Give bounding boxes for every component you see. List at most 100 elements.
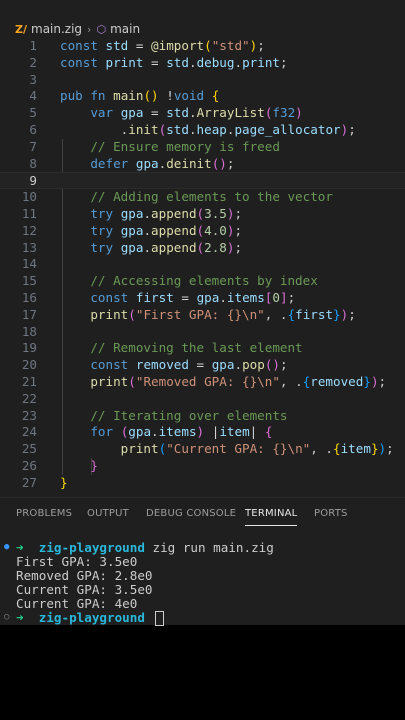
code-line[interactable]: 21 print("Removed GPA: {}\n", .{removed}…	[0, 374, 405, 391]
tab-ports[interactable]: PORTS	[314, 508, 348, 519]
line-text: print("First GPA: {}\n", .{first});	[90, 306, 356, 322]
line-number: 6	[29, 121, 37, 137]
code-line[interactable]: 7 // Ensure memory is freed	[0, 139, 405, 156]
line-text: // Iterating over elements	[90, 407, 288, 423]
terminal-output-line: Current GPA: 4e0	[16, 596, 138, 611]
code-line[interactable]: 6 .init(std.heap.page_allocator);	[0, 122, 405, 139]
line-text: print("Removed GPA: {}\n", .{removed});	[90, 373, 387, 389]
line-text: // Removing the last element	[90, 340, 303, 356]
prompt-directory: zig-playground	[38, 540, 145, 555]
line-text: defer gpa.deinit();	[90, 155, 235, 171]
code-line[interactable]: 12 try gpa.append(4.0);	[0, 223, 405, 240]
line-text: for (gpa.items) |item| {	[90, 424, 273, 440]
line-number: 12	[21, 222, 37, 238]
chevron-right-icon: ›	[87, 22, 92, 36]
code-line[interactable]: 20 const removed = gpa.pop();	[0, 357, 405, 374]
code-line[interactable]: 16 const first = gpa.items[0];	[0, 290, 405, 307]
line-number: 9	[29, 173, 37, 189]
line-text: try gpa.append(2.8);	[90, 239, 243, 255]
code-line[interactable]: 10 // Adding elements to the vector	[0, 189, 405, 206]
code-editor[interactable]: 1 const std = @import("std"); 2 const prin…	[0, 38, 405, 492]
code-line-current[interactable]: 9	[0, 172, 405, 190]
line-number: 2	[29, 54, 37, 70]
line-text: const first = gpa.items[0];	[90, 289, 296, 305]
code-line[interactable]: 27}	[0, 475, 405, 492]
line-number: 16	[21, 289, 37, 305]
line-number: 14	[21, 256, 37, 272]
code-line[interactable]: 18	[0, 324, 405, 341]
line-text: print("Current GPA: {}\n", .{item});	[120, 441, 394, 457]
tab-problems[interactable]: PROBLEMS	[16, 508, 72, 519]
line-text: pub fn main() !void {	[60, 88, 220, 104]
terminal-output-line: Removed GPA: 2.8e0	[16, 568, 153, 583]
code-line[interactable]: 25 print("Current GPA: {}\n", .{item});	[0, 441, 405, 458]
line-text: // Adding elements to the vector	[90, 189, 333, 205]
tab-output[interactable]: OUTPUT	[87, 508, 129, 519]
editor-area[interactable]: Z/ main.zig › ⬡ main 1 const std = @impor…	[0, 0, 405, 497]
code-line[interactable]: 24 for (gpa.items) |item| {	[0, 424, 405, 441]
code-line[interactable]: 23 // Iterating over elements	[0, 408, 405, 425]
line-number: 18	[21, 323, 37, 339]
line-number: 27	[21, 474, 37, 490]
prompt-arrow-icon: ➜	[16, 540, 24, 555]
terminal-output-line: Current GPA: 3.5e0	[16, 582, 153, 597]
code-line[interactable]: 4 pub fn main() !void {	[0, 88, 405, 105]
breadcrumb-symbol[interactable]: main	[110, 22, 140, 36]
cube-symbol-icon: ⬡	[96, 22, 107, 36]
line-number: 21	[21, 373, 37, 389]
line-number: 24	[21, 424, 37, 440]
line-number: 19	[21, 340, 37, 356]
line-number: 8	[29, 155, 37, 171]
line-text: }	[90, 457, 98, 473]
line-number: 20	[21, 357, 37, 373]
code-line[interactable]: 15 // Accessing elements by index	[0, 273, 405, 290]
terminal[interactable]: ● ➜ zig-playground zig run main.zig Firs…	[0, 529, 405, 626]
line-number: 25	[21, 441, 37, 457]
command-status-dot-icon[interactable]: ●	[4, 542, 9, 552]
line-number: 10	[21, 189, 37, 205]
code-line[interactable]: 13 try gpa.append(2.8);	[0, 240, 405, 257]
line-text: // Ensure memory is freed	[90, 138, 280, 154]
terminal-prompt-line[interactable]: ➜ zig-playground	[16, 610, 164, 626]
code-line[interactable]: 3	[0, 72, 405, 89]
line-number: 5	[29, 105, 37, 121]
line-text: // Accessing elements by index	[90, 273, 318, 289]
terminal-cursor	[154, 611, 164, 626]
code-line[interactable]: 1 const std = @import("std");	[0, 38, 405, 55]
code-line[interactable]: 26 }	[0, 458, 405, 475]
code-line[interactable]: 11 try gpa.append(3.5);	[0, 206, 405, 223]
line-text: const removed = gpa.pop();	[90, 357, 288, 373]
line-number: 7	[29, 138, 37, 154]
line-text: }	[60, 474, 68, 490]
line-text: const print = std.debug.print;	[60, 54, 288, 70]
code-line[interactable]: 8 defer gpa.deinit();	[0, 156, 405, 173]
tab-debug-console[interactable]: DEBUG CONSOLE	[146, 508, 236, 519]
code-line[interactable]: 5 var gpa = std.ArrayList(f32)	[0, 105, 405, 122]
code-line[interactable]: 22	[0, 391, 405, 408]
terminal-command: zig run main.zig	[152, 540, 274, 555]
prompt-directory: zig-playground	[38, 610, 145, 625]
breadcrumb-file[interactable]: main.zig	[31, 22, 82, 36]
line-number: 4	[29, 88, 37, 104]
line-number: 15	[21, 273, 37, 289]
panel-tab-bar: PROBLEMS OUTPUT DEBUG CONSOLE TERMINAL P…	[0, 497, 405, 530]
terminal-output-line: First GPA: 3.5e0	[16, 554, 138, 569]
code-line[interactable]: 14	[0, 256, 405, 273]
code-line[interactable]: 2 const print = std.debug.print;	[0, 55, 405, 72]
line-number: 13	[21, 239, 37, 255]
line-number: 22	[21, 390, 37, 406]
line-number: 26	[21, 457, 37, 473]
line-number: 3	[29, 71, 37, 87]
line-text: .init(std.heap.page_allocator);	[60, 121, 356, 137]
line-number: 23	[21, 407, 37, 423]
line-text: var gpa = std.ArrayList(f32)	[90, 105, 303, 121]
prompt-arrow-icon: ➜	[16, 610, 24, 625]
line-text: const std = @import("std");	[60, 38, 265, 53]
line-number: 11	[21, 205, 37, 221]
prompt-status-dot-icon: ○	[4, 612, 10, 622]
tab-terminal[interactable]: TERMINAL	[245, 508, 298, 526]
code-line[interactable]: 19 // Removing the last element	[0, 340, 405, 357]
line-number: 1	[29, 38, 37, 53]
terminal-command-line: ➜ zig-playground zig run main.zig	[16, 540, 274, 555]
code-line[interactable]: 17 print("First GPA: {}\n", .{first});	[0, 307, 405, 324]
